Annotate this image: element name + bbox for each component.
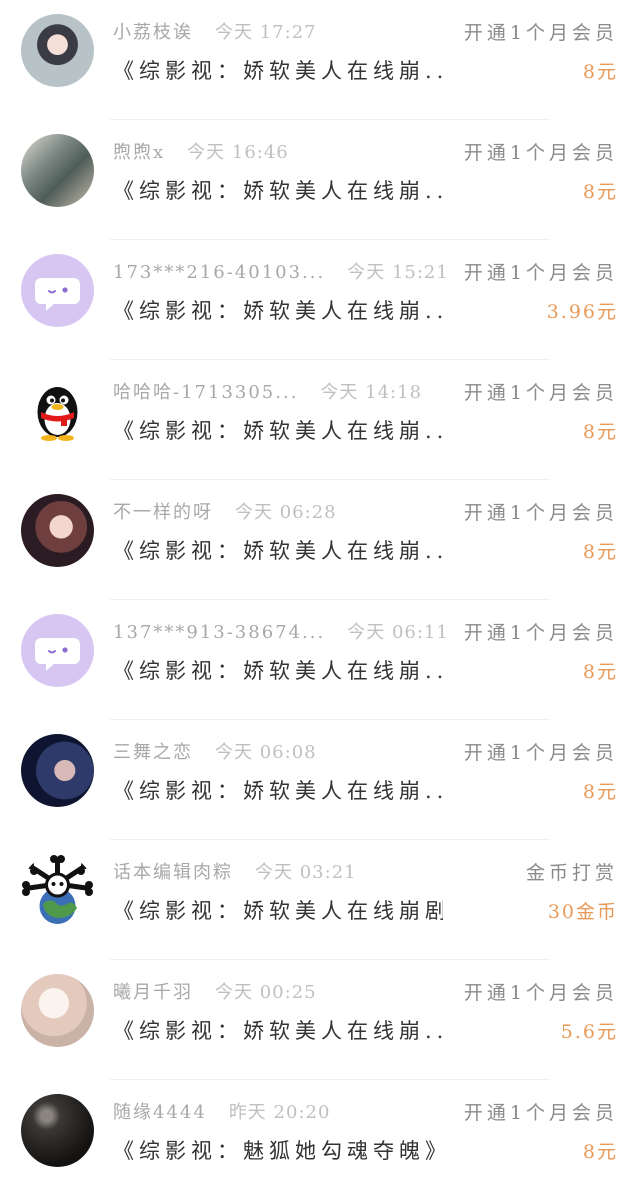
- row-meta: 小荔枝诶 今天 17:27: [113, 18, 470, 48]
- timestamp: 今天 17:27: [215, 22, 317, 43]
- book-title[interactable]: 《综影视：娇软美人在线崩...: [113, 295, 443, 325]
- avatar[interactable]: [21, 14, 94, 87]
- chat-bubble-icon: [35, 278, 80, 311]
- timestamp: 今天 16:46: [187, 142, 289, 163]
- bone-globe-icon: [22, 855, 93, 924]
- timestamp: 今天 06:08: [215, 742, 317, 763]
- username[interactable]: 173***216-40103...: [113, 262, 325, 283]
- action-label: 开通1个月会员: [463, 142, 618, 164]
- avatar[interactable]: [21, 974, 94, 1047]
- penguin-icon: [37, 387, 78, 441]
- avatar[interactable]: [21, 614, 94, 687]
- list-item[interactable]: 小荔枝诶 今天 17:27 《综影视：娇软美人在线崩... 开通1个月会员 8元: [0, 0, 640, 120]
- book-title[interactable]: 《综影视：娇软美人在线崩剧情》: [113, 895, 443, 925]
- list-item[interactable]: 137***913-38674... 今天 06:11 《综影视：娇软美人在线崩.…: [0, 600, 640, 720]
- row-meta: 不一样的呀 今天 06:28: [113, 498, 470, 528]
- amount-label: 8元: [582, 61, 618, 83]
- avatar[interactable]: [21, 374, 94, 447]
- amount-label: 8元: [582, 181, 618, 203]
- record-list: 小荔枝诶 今天 17:27 《综影视：娇软美人在线崩... 开通1个月会员 8元 …: [0, 0, 640, 1200]
- username[interactable]: 哈哈哈-1713305...: [113, 382, 298, 403]
- action-label: 开通1个月会员: [463, 1102, 618, 1124]
- book-title[interactable]: 《综影视：娇软美人在线崩...: [113, 415, 443, 445]
- timestamp: 今天 03:21: [255, 862, 357, 883]
- row-meta: 煦煦x 今天 16:46: [113, 138, 470, 168]
- book-title[interactable]: 《综影视：娇软美人在线崩...: [113, 535, 443, 565]
- action-label: 开通1个月会员: [463, 982, 618, 1004]
- row-meta: 话本编辑肉粽 今天 03:21: [113, 858, 470, 888]
- action-label: 开通1个月会员: [463, 262, 618, 284]
- timestamp: 今天 06:11: [347, 622, 449, 643]
- amount-label: 30金币: [547, 901, 618, 923]
- username[interactable]: 随缘4444: [113, 1102, 207, 1123]
- amount-label: 8元: [582, 421, 618, 443]
- row-meta: 137***913-38674... 今天 06:11: [113, 618, 470, 648]
- list-item[interactable]: 曦月千羽 今天 00:25 《综影视：娇软美人在线崩... 开通1个月会员 5.6…: [0, 960, 640, 1080]
- amount-label: 8元: [582, 541, 618, 563]
- list-item[interactable]: 哈哈哈-1713305... 今天 14:18 《综影视：娇软美人在线崩... 开…: [0, 360, 640, 480]
- list-item[interactable]: 煦煦x 今天 16:46 《综影视：娇软美人在线崩... 开通1个月会员 8元: [0, 120, 640, 240]
- username[interactable]: 137***913-38674...: [113, 622, 325, 643]
- timestamp: 昨天 20:20: [228, 1102, 331, 1123]
- book-title[interactable]: 《综影视：娇软美人在线崩...: [113, 775, 443, 805]
- amount-label: 8元: [582, 1141, 618, 1163]
- action-label: 开通1个月会员: [463, 382, 618, 404]
- action-label: 开通1个月会员: [463, 622, 618, 644]
- book-title[interactable]: 《综影视：娇软美人在线崩...: [113, 655, 443, 685]
- avatar[interactable]: [21, 1094, 94, 1167]
- list-item[interactable]: 三舞之恋 今天 06:08 《综影视：娇软美人在线崩... 开通1个月会员 8元: [0, 720, 640, 840]
- row-meta: 三舞之恋 今天 06:08: [113, 738, 470, 768]
- username[interactable]: 曦月千羽: [113, 982, 193, 1003]
- amount-label: 3.96元: [546, 301, 618, 323]
- action-label: 开通1个月会员: [463, 22, 618, 44]
- avatar[interactable]: [21, 254, 94, 327]
- row-meta: 曦月千羽 今天 00:25: [113, 978, 470, 1008]
- username[interactable]: 小荔枝诶: [113, 22, 193, 43]
- list-item[interactable]: 173***216-40103... 今天 15:21 《综影视：娇软美人在线崩.…: [0, 240, 640, 360]
- username[interactable]: 不一样的呀: [113, 502, 213, 523]
- action-label: 金币打赏: [525, 862, 618, 884]
- row-meta: 哈哈哈-1713305... 今天 14:18: [113, 378, 470, 408]
- book-title[interactable]: 《综影视：娇软美人在线崩...: [113, 175, 443, 205]
- timestamp: 今天 15:21: [347, 262, 449, 283]
- username[interactable]: 三舞之恋: [113, 742, 193, 763]
- timestamp: 今天 06:28: [235, 502, 337, 523]
- amount-label: 8元: [582, 661, 618, 683]
- avatar[interactable]: [21, 734, 94, 807]
- avatar[interactable]: [21, 134, 94, 207]
- list-item[interactable]: 随缘4444 昨天 20:20 《综影视：魅狐她勾魂夺魄》 开通1个月会员 8元: [0, 1080, 640, 1200]
- book-title[interactable]: 《综影视：娇软美人在线崩...: [113, 1015, 443, 1045]
- avatar[interactable]: [21, 854, 94, 927]
- username[interactable]: 煦煦x: [113, 142, 165, 163]
- avatar[interactable]: [21, 494, 94, 567]
- book-title[interactable]: 《综影视：娇软美人在线崩...: [113, 55, 443, 85]
- username[interactable]: 话本编辑肉粽: [113, 862, 233, 883]
- amount-label: 8元: [582, 781, 618, 803]
- chat-bubble-icon: [35, 638, 80, 671]
- list-item[interactable]: 不一样的呀 今天 06:28 《综影视：娇软美人在线崩... 开通1个月会员 8元: [0, 480, 640, 600]
- list-item[interactable]: 话本编辑肉粽 今天 03:21 《综影视：娇软美人在线崩剧情》 金币打赏 30金币: [0, 840, 640, 960]
- timestamp: 今天 14:18: [320, 382, 423, 403]
- row-meta: 173***216-40103... 今天 15:21: [113, 258, 470, 288]
- row-meta: 随缘4444 昨天 20:20: [113, 1098, 470, 1128]
- action-label: 开通1个月会员: [463, 742, 618, 764]
- book-title[interactable]: 《综影视：魅狐她勾魂夺魄》: [113, 1135, 443, 1165]
- amount-label: 5.6元: [560, 1021, 618, 1043]
- action-label: 开通1个月会员: [463, 502, 618, 524]
- timestamp: 今天 00:25: [215, 982, 317, 1003]
